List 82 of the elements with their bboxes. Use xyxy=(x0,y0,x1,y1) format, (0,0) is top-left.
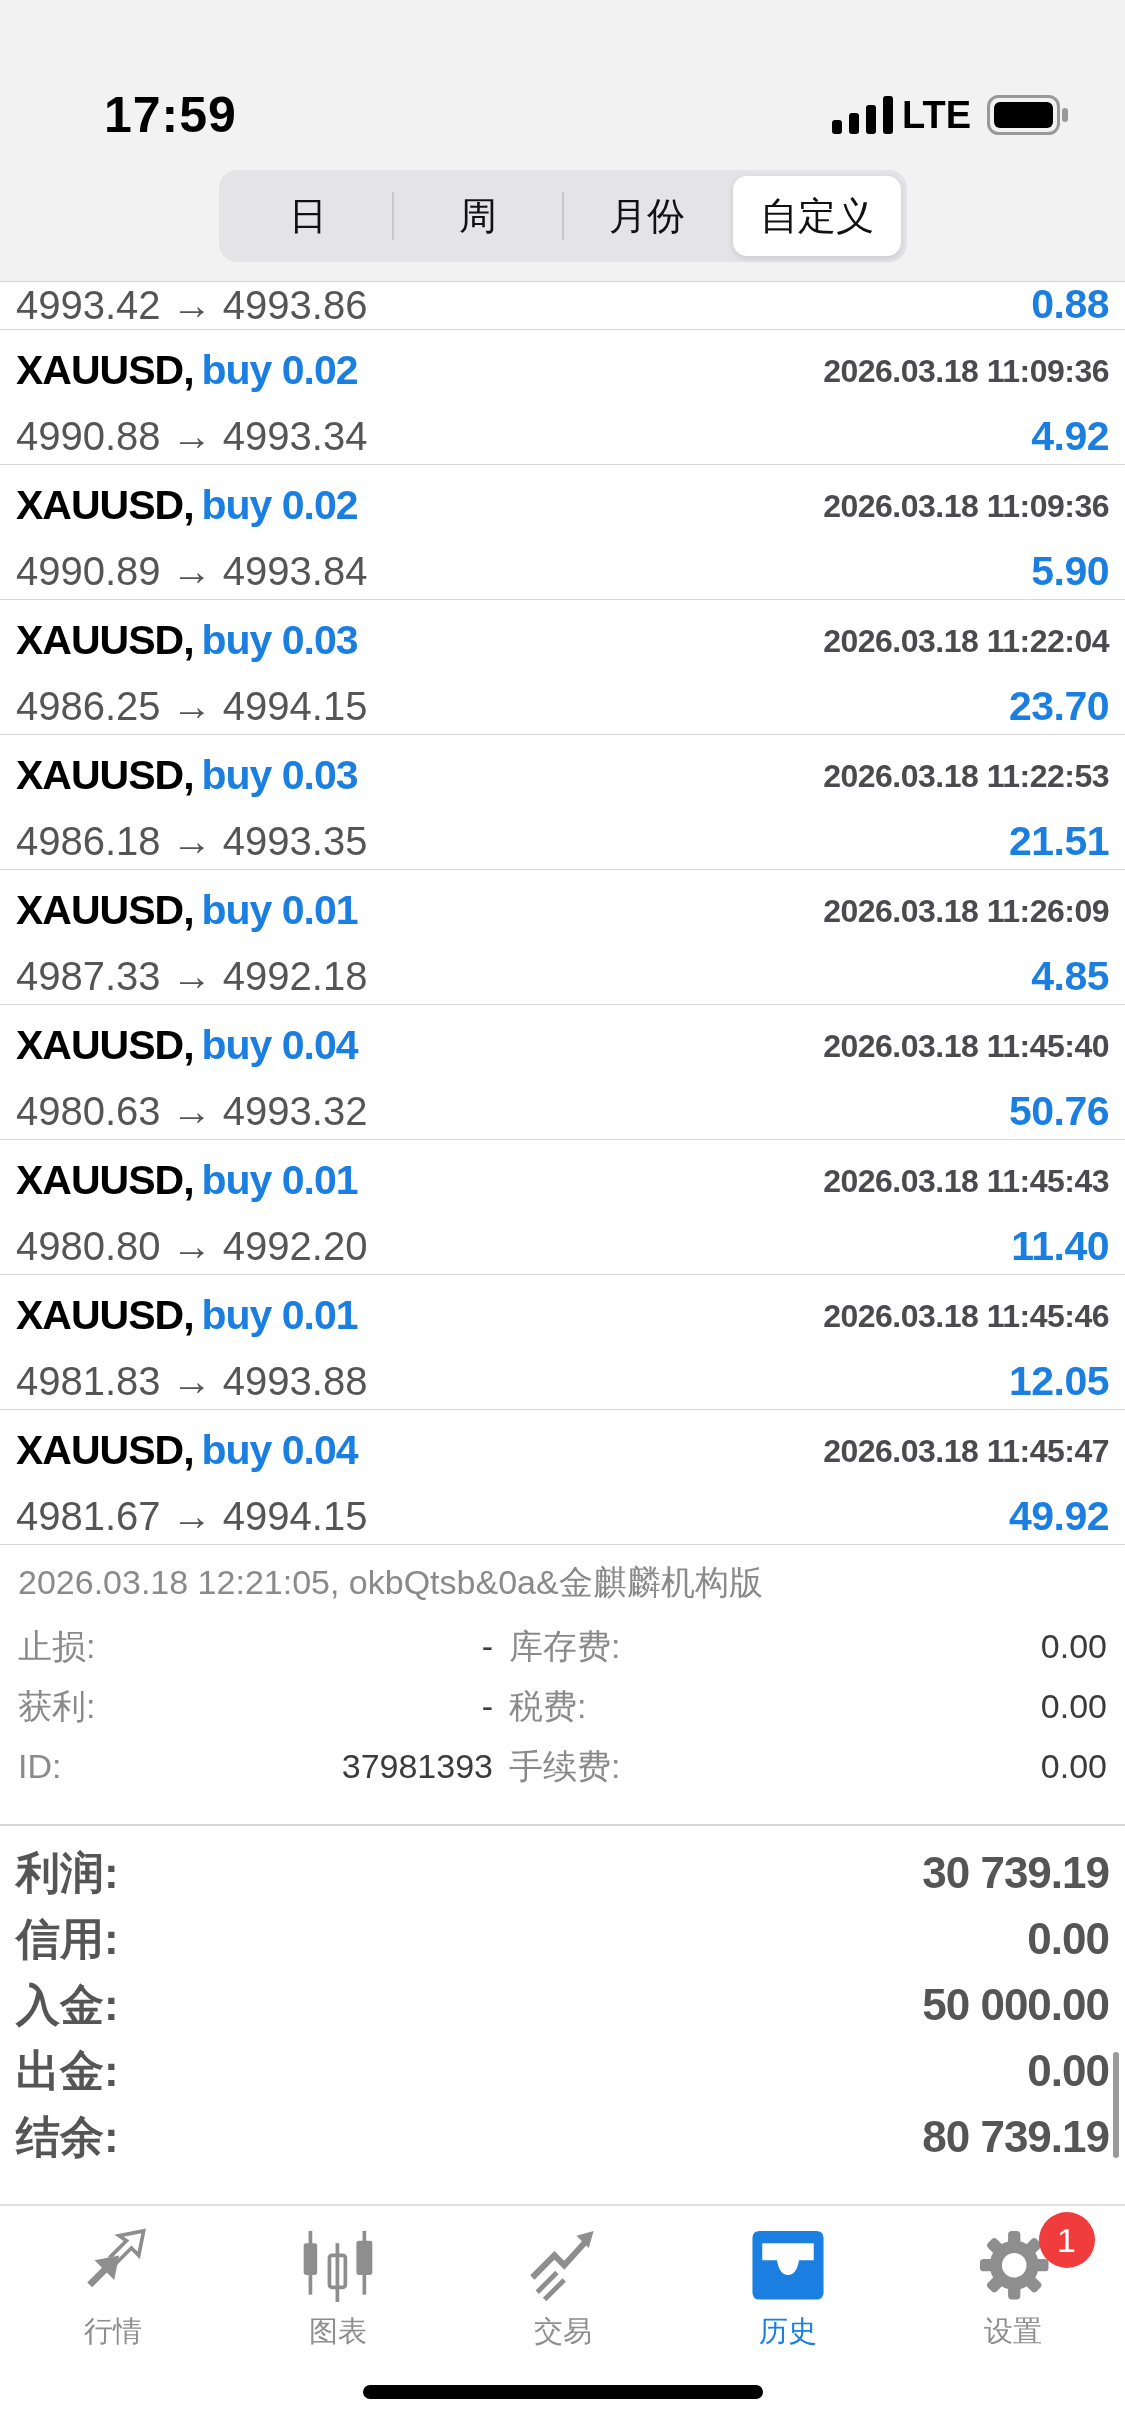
summary-value: 30 739.19 xyxy=(922,1847,1109,1900)
tab-bar-item[interactable]: 图表 xyxy=(225,2210,450,2355)
network-label: LTE xyxy=(902,92,971,138)
field-label: 税费: xyxy=(509,1685,587,1727)
profit-value: 23.70 xyxy=(1008,681,1109,731)
notification-badge: 1 xyxy=(1038,2212,1095,2269)
symbol-label: XAUUSD, xyxy=(16,751,194,801)
trade-time: 2026.03.18 11:09:36 xyxy=(823,486,1109,526)
symbol-label: XAUUSD, xyxy=(16,1291,194,1341)
symbol-label: XAUUSD, xyxy=(16,886,194,936)
tab-bar-item[interactable]: 交易 xyxy=(450,2210,675,2355)
trade-time: 2026.03.18 11:22:04 xyxy=(823,621,1109,661)
field-value: 0.00 xyxy=(1040,1685,1107,1727)
field-label: 获利: xyxy=(18,1685,96,1727)
summary-value: 80 739.19 xyxy=(922,2111,1109,2164)
profit-value: 4.85 xyxy=(1031,951,1109,1001)
order-label: buy 0.03 xyxy=(201,616,358,666)
field-value: 37981393 xyxy=(341,1745,493,1787)
summary-label: 信用: xyxy=(16,1913,119,1966)
trade-time: 2026.03.18 11:22:53 xyxy=(823,756,1109,796)
field-label: 库存费: xyxy=(509,1625,621,1667)
summary-label: 结余: xyxy=(16,2111,119,2164)
profit-value: 50.76 xyxy=(1008,1086,1109,1136)
price-range: 4990.89 → 4993.84 xyxy=(16,548,368,596)
summary-label: 入金: xyxy=(16,1979,119,2032)
tab-bar-item[interactable]: 行情 xyxy=(0,2210,225,2355)
profit-value: 12.05 xyxy=(1008,1356,1109,1406)
summary-value: 0.00 xyxy=(1027,2045,1109,2098)
period-tab[interactable]: 月份 xyxy=(563,176,731,256)
price-range: 4986.25 → 4994.15 xyxy=(16,683,368,731)
symbol-label: XAUUSD, xyxy=(16,1156,194,1206)
tab-bar-item[interactable]: 历史 xyxy=(675,2210,900,2355)
profit-value: 4.92 xyxy=(1031,411,1109,461)
status-time: 17:59 xyxy=(104,85,237,145)
summary-value: 0.00 xyxy=(1027,1913,1109,1966)
field-label: ID: xyxy=(18,1745,62,1787)
summary-label: 出金: xyxy=(16,2045,119,2098)
order-label: buy 0.01 xyxy=(201,886,358,936)
symbol-label: XAUUSD, xyxy=(16,1426,194,1476)
price-range: 4987.33 → 4992.18 xyxy=(16,953,368,1001)
symbol-label: XAUUSD, xyxy=(16,1021,194,1071)
price-range: 4981.83 → 4993.88 xyxy=(16,1358,368,1406)
period-tab[interactable]: 自定义 xyxy=(733,176,901,256)
profit-value: 5.90 xyxy=(1031,546,1109,596)
order-label: buy 0.01 xyxy=(201,1291,358,1341)
price-range: 4980.80 → 4992.20 xyxy=(16,1223,368,1271)
profit-value: 11.40 xyxy=(1011,1221,1109,1271)
trade-time: 2026.03.18 11:45:40 xyxy=(823,1026,1109,1066)
price-range: 4981.67 → 4994.15 xyxy=(16,1493,368,1541)
order-label: buy 0.03 xyxy=(201,751,358,801)
field-value: - xyxy=(481,1625,493,1667)
price-range: 4990.88 → 4993.34 xyxy=(16,413,368,461)
price-range: 4980.63 → 4993.32 xyxy=(16,1088,368,1136)
profit-value: 49.92 xyxy=(1008,1491,1109,1541)
profit-value: 0.88 xyxy=(1031,282,1109,328)
symbol-label: XAUUSD, xyxy=(16,481,194,531)
price-range: 4993.42 → 4993.86 xyxy=(16,283,368,328)
summary-label: 利润: xyxy=(16,1847,119,1900)
trade-time: 2026.03.18 11:45:43 xyxy=(823,1161,1109,1201)
profit-value: 21.51 xyxy=(1008,816,1109,866)
field-label: 止损: xyxy=(18,1625,96,1667)
field-value: 0.00 xyxy=(1040,1625,1107,1667)
order-label: buy 0.01 xyxy=(201,1156,358,1206)
field-label: 手续费: xyxy=(509,1745,621,1787)
order-label: buy 0.02 xyxy=(201,346,358,396)
tab-bar-item[interactable]: 设置 1 xyxy=(900,2210,1125,2355)
period-tab[interactable]: 周 xyxy=(394,176,562,256)
order-note: 2026.03.18 12:21:05, okbQtsb&0a&金麒麟机构版 xyxy=(18,1562,764,1604)
trade-time: 2026.03.18 11:09:36 xyxy=(823,351,1109,391)
order-label: buy 0.04 xyxy=(201,1426,358,1476)
trade-time: 2026.03.18 11:26:09 xyxy=(823,891,1109,931)
price-range: 4986.18 → 4993.35 xyxy=(16,818,368,866)
trade-time: 2026.03.18 11:45:46 xyxy=(823,1296,1109,1336)
symbol-label: XAUUSD, xyxy=(16,346,194,396)
period-tab[interactable]: 日 xyxy=(224,176,392,256)
field-value: - xyxy=(481,1685,493,1727)
order-label: buy 0.02 xyxy=(201,481,358,531)
field-value: 0.00 xyxy=(1040,1745,1107,1787)
trade-time: 2026.03.18 11:45:47 xyxy=(823,1431,1109,1471)
summary-value: 50 000.00 xyxy=(922,1979,1109,2032)
symbol-label: XAUUSD, xyxy=(16,616,194,666)
order-label: buy 0.04 xyxy=(201,1021,358,1071)
